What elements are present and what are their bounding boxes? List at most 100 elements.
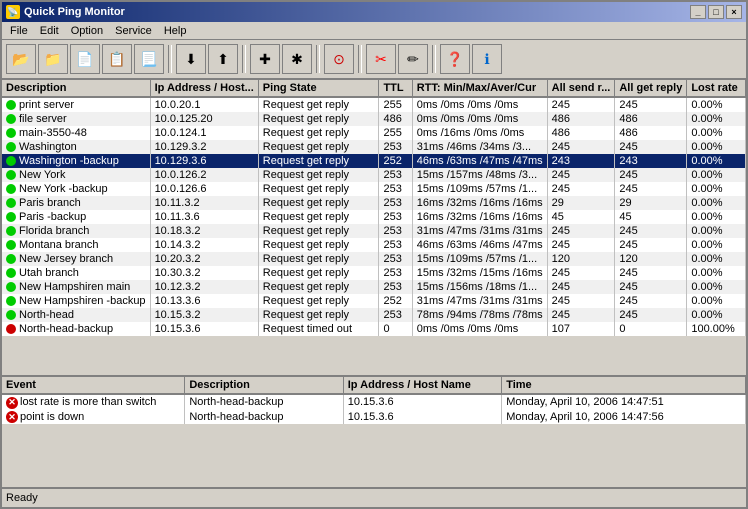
event-cell-ip: 10.15.3.6	[343, 394, 501, 410]
minimize-button[interactable]: _	[690, 5, 706, 19]
ping-cell-ttl: 253	[379, 168, 412, 182]
ping-cell-lost: 0.00%	[687, 210, 746, 224]
ping-table-row[interactable]: New Jersey branch 10.20.3.2 Request get …	[2, 252, 746, 266]
ping-cell-lost: 0.00%	[687, 196, 746, 210]
toolbar-paste-btn[interactable]: 📃	[134, 44, 164, 74]
toolbar-copy-btn[interactable]: 📋	[102, 44, 132, 74]
ping-table-row[interactable]: Florida branch 10.18.3.2 Request get rep…	[2, 224, 746, 238]
main-content: Description Ip Address / Host... Ping St…	[2, 80, 746, 487]
ping-cell-send: 245	[547, 224, 615, 238]
ping-cell-ip: 10.12.3.2	[150, 280, 258, 294]
toolbar-add-btn[interactable]: ✚	[250, 44, 280, 74]
toolbar-cut-btn[interactable]: ✂	[366, 44, 396, 74]
col-header-ip[interactable]: Ip Address / Host...	[150, 80, 258, 97]
toolbar-info-btn[interactable]: ℹ	[472, 44, 502, 74]
ping-cell-send: 245	[547, 308, 615, 322]
event-cell-ip: 10.15.3.6	[343, 410, 501, 425]
ping-table-row[interactable]: main-3550-48 10.0.124.1 Request get repl…	[2, 126, 746, 140]
ping-cell-send: 245	[547, 238, 615, 252]
toolbar-sep-3	[316, 45, 320, 73]
ping-cell-state: Request get reply	[258, 266, 379, 280]
ping-table-row[interactable]: New Hampshiren main 10.12.3.2 Request ge…	[2, 280, 746, 294]
ping-cell-ip: 10.0.20.1	[150, 97, 258, 112]
col-header-send[interactable]: All send r...	[547, 80, 615, 97]
toolbar-asterisk-btn[interactable]: ✱	[282, 44, 312, 74]
toolbar-up-btn[interactable]: ⬆	[208, 44, 238, 74]
ping-cell-ip: 10.15.3.2	[150, 308, 258, 322]
event-col-ip[interactable]: Ip Address / Host Name	[343, 377, 501, 394]
ping-table-row[interactable]: North-head 10.15.3.2 Request get reply 2…	[2, 308, 746, 322]
ping-cell-ip: 10.20.3.2	[150, 252, 258, 266]
ping-cell-reply: 0	[615, 322, 687, 336]
ping-table-row[interactable]: print server 10.0.20.1 Request get reply…	[2, 97, 746, 112]
ping-cell-ttl: 255	[379, 126, 412, 140]
menu-help[interactable]: Help	[158, 23, 193, 39]
event-col-time[interactable]: Time	[502, 377, 746, 394]
col-header-rtt[interactable]: RTT: Min/Max/Aver/Cur	[412, 80, 547, 97]
toolbar-stop-btn[interactable]: ⊙	[324, 44, 354, 74]
menu-file[interactable]: File	[4, 23, 34, 39]
toolbar-new-btn[interactable]: 📄	[70, 44, 100, 74]
maximize-button[interactable]: □	[708, 5, 724, 19]
ping-table-row[interactable]: Paris -backup 10.11.3.6 Request get repl…	[2, 210, 746, 224]
ping-table-row[interactable]: Washington 10.129.3.2 Request get reply …	[2, 140, 746, 154]
toolbar-edit-btn[interactable]: ✏	[398, 44, 428, 74]
ping-cell-desc: North-head-backup	[2, 322, 150, 336]
event-col-desc[interactable]: Description	[185, 377, 343, 394]
toolbar-open-btn[interactable]: 📁	[38, 44, 68, 74]
ping-cell-ttl: 0	[379, 322, 412, 336]
ping-cell-state: Request get reply	[258, 224, 379, 238]
col-header-description[interactable]: Description	[2, 80, 150, 97]
title-bar: 📡 Quick Ping Monitor _ □ ×	[2, 2, 746, 22]
status-dot	[6, 282, 16, 292]
ping-cell-rtt: 31ms /47ms /31ms /31ms	[412, 294, 547, 308]
col-header-lost[interactable]: Lost rate	[687, 80, 746, 97]
ping-cell-rtt: 78ms /94ms /78ms /78ms	[412, 308, 547, 322]
event-table-row[interactable]: ✕point is down North-head-backup 10.15.3…	[2, 410, 746, 425]
ping-cell-rtt: 16ms /32ms /16ms /16ms	[412, 196, 547, 210]
event-col-event[interactable]: Event	[2, 377, 185, 394]
ping-cell-send: 45	[547, 210, 615, 224]
ping-cell-send: 486	[547, 112, 615, 126]
ping-table-row[interactable]: New York 10.0.126.2 Request get reply 25…	[2, 168, 746, 182]
ping-cell-state: Request get reply	[258, 252, 379, 266]
ping-cell-ttl: 253	[379, 182, 412, 196]
ping-cell-ip: 10.0.124.1	[150, 126, 258, 140]
col-header-ttl[interactable]: TTL	[379, 80, 412, 97]
ping-cell-send: 245	[547, 97, 615, 112]
toolbar-down-btn[interactable]: ⬇	[176, 44, 206, 74]
menu-edit[interactable]: Edit	[34, 23, 65, 39]
ping-table-row[interactable]: Utah branch 10.30.3.2 Request get reply …	[2, 266, 746, 280]
ping-cell-reply: 486	[615, 126, 687, 140]
ping-cell-lost: 0.00%	[687, 266, 746, 280]
ping-cell-desc: Florida branch	[2, 224, 150, 238]
toolbar-sep-1	[168, 45, 172, 73]
menu-service[interactable]: Service	[109, 23, 158, 39]
event-cell-event: ✕point is down	[2, 410, 185, 425]
ping-cell-desc: New Jersey branch	[2, 252, 150, 266]
ping-cell-state: Request get reply	[258, 97, 379, 112]
ping-table-row[interactable]: Washington -backup 10.129.3.6 Request ge…	[2, 154, 746, 168]
col-header-state[interactable]: Ping State	[258, 80, 379, 97]
ping-cell-lost: 0.00%	[687, 140, 746, 154]
ping-table-row[interactable]: Montana branch 10.14.3.2 Request get rep…	[2, 238, 746, 252]
ping-table-row[interactable]: file server 10.0.125.20 Request get repl…	[2, 112, 746, 126]
ping-table-row[interactable]: Paris branch 10.11.3.2 Request get reply…	[2, 196, 746, 210]
ping-table-scroll[interactable]: Description Ip Address / Host... Ping St…	[2, 80, 746, 350]
close-button[interactable]: ×	[726, 5, 742, 19]
status-dot	[6, 296, 16, 306]
events-scroll[interactable]: Event Description Ip Address / Host Name…	[2, 377, 746, 487]
ping-cell-send: 107	[547, 322, 615, 336]
ping-table-row[interactable]: New Hampshiren -backup 10.13.3.6 Request…	[2, 294, 746, 308]
toolbar-open-folder-btn[interactable]: 📂	[6, 44, 36, 74]
ping-cell-lost: 0.00%	[687, 252, 746, 266]
menu-option[interactable]: Option	[65, 23, 109, 39]
ping-cell-ttl: 253	[379, 266, 412, 280]
ping-table-row[interactable]: North-head-backup 10.15.3.6 Request time…	[2, 322, 746, 336]
toolbar-help-btn[interactable]: ❓	[440, 44, 470, 74]
ping-cell-send: 245	[547, 182, 615, 196]
ping-table-row[interactable]: New York -backup 10.0.126.6 Request get …	[2, 182, 746, 196]
col-header-reply[interactable]: All get reply	[615, 80, 687, 97]
event-table-row[interactable]: ✕lost rate is more than switch North-hea…	[2, 394, 746, 410]
menu-bar: File Edit Option Service Help	[2, 22, 746, 40]
